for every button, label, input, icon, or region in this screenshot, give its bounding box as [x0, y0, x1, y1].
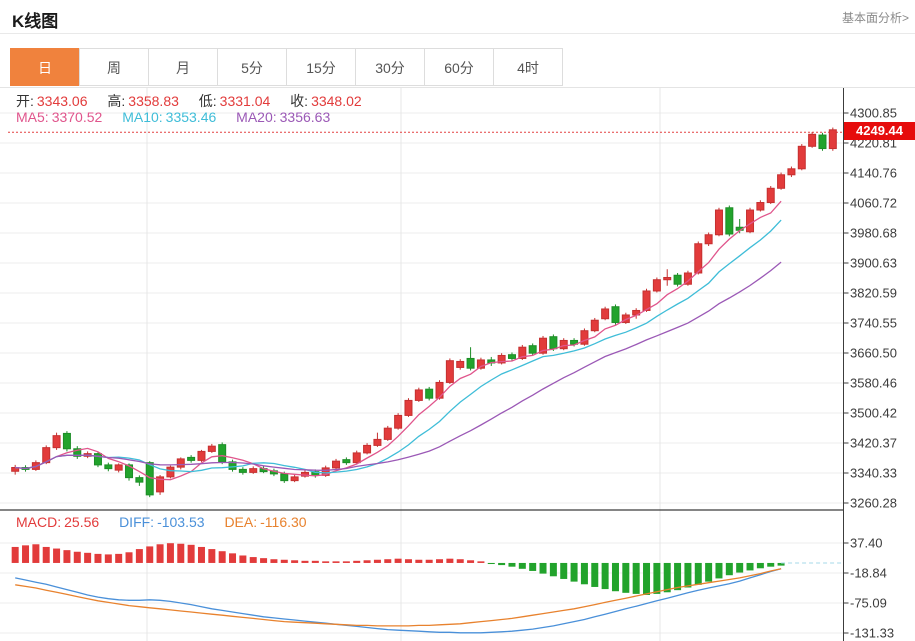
svg-text:3340.33: 3340.33: [850, 466, 897, 481]
ma5-label: MA5:: [16, 109, 49, 125]
svg-text:4300.85: 4300.85: [850, 106, 897, 121]
tab-monthly[interactable]: 月: [148, 48, 218, 86]
ma-info-row: MA5: 3370.52 MA10: 3353.46 MA20: 3356.63: [16, 109, 346, 125]
candles: [11, 127, 837, 498]
ma10-label: MA10:: [122, 109, 163, 125]
ma20-value: 3356.63: [279, 109, 331, 125]
svg-text:3980.68: 3980.68: [850, 226, 897, 241]
macd-label: MACD:: [16, 514, 62, 530]
page-title: K线图: [12, 12, 59, 31]
widget-header: K线图 基本面分析>: [0, 0, 915, 34]
dea-value: -116.30: [260, 514, 307, 530]
diff-label: DIFF:: [119, 514, 155, 530]
svg-text:-75.09: -75.09: [850, 596, 887, 611]
tab-4hour[interactable]: 4时: [493, 48, 563, 86]
low-label: 低:: [198, 93, 217, 109]
svg-text:3900.63: 3900.63: [850, 256, 897, 271]
ma10-value: 3353.46: [165, 109, 217, 125]
current-price-tag: 4249.44: [844, 122, 915, 140]
ma5-value: 3370.52: [51, 109, 103, 125]
fundamental-analysis-link[interactable]: 基本面分析>: [842, 9, 909, 26]
close-label: 收:: [290, 93, 309, 109]
diff-value: -103.53: [157, 514, 205, 530]
tab-weekly[interactable]: 周: [79, 48, 149, 86]
svg-text:3580.46: 3580.46: [850, 376, 897, 391]
svg-text:3420.37: 3420.37: [850, 436, 897, 451]
tab-15min[interactable]: 15分: [286, 48, 356, 86]
kline-chart[interactable]: 4300.854220.814140.764060.723980.683900.…: [0, 88, 915, 641]
svg-text:3820.59: 3820.59: [850, 286, 897, 301]
high-label: 高:: [107, 93, 126, 109]
open-value: 3343.06: [36, 93, 88, 109]
close-value: 3348.02: [311, 93, 362, 109]
interval-tabs: 日 周 月 5分 15分 30分 60分 4时: [10, 48, 563, 86]
ohlc-info-row: 开: 3343.06 高: 3358.83 低: 3331.04 收: 3348.02: [16, 91, 378, 111]
svg-text:4060.72: 4060.72: [850, 196, 897, 211]
macd-info-row: MACD: 25.56 DIFF: -103.53 DEA: -116.30: [16, 514, 323, 530]
macd-value: 25.56: [64, 514, 100, 530]
svg-text:3740.55: 3740.55: [850, 316, 897, 331]
high-value: 3358.83: [128, 93, 179, 109]
svg-text:-18.84: -18.84: [850, 566, 887, 581]
svg-text:3260.28: 3260.28: [850, 496, 897, 511]
tab-daily[interactable]: 日: [10, 48, 80, 86]
svg-text:-131.33: -131.33: [850, 626, 894, 641]
svg-text:3500.42: 3500.42: [850, 406, 897, 421]
tab-30min[interactable]: 30分: [355, 48, 425, 86]
svg-text:3660.50: 3660.50: [850, 346, 897, 361]
dea-label: DEA:: [224, 514, 258, 530]
open-label: 开:: [16, 93, 34, 109]
tab-60min[interactable]: 60分: [424, 48, 494, 86]
ma-lines: [15, 200, 782, 481]
svg-text:4140.76: 4140.76: [850, 166, 897, 181]
svg-text:37.40: 37.40: [850, 536, 883, 551]
y-axis: 4300.854220.814140.764060.723980.683900.…: [843, 88, 897, 641]
ma20-label: MA20:: [236, 109, 277, 125]
tab-5min[interactable]: 5分: [217, 48, 287, 86]
kline-widget: K线图 基本面分析> 日 周 月 5分 15分 30分 60分 4时 4300.…: [0, 0, 915, 641]
macd-histogram: [11, 543, 785, 595]
low-value: 3331.04: [219, 93, 271, 109]
